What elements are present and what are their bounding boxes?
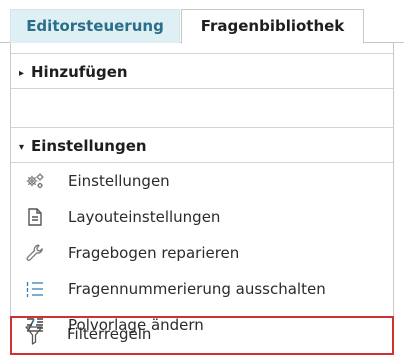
- menu-item-layouteinstellungen[interactable]: Layouteinstellungen: [11, 199, 393, 235]
- menu-item-label: Fragebogen reparieren: [68, 244, 240, 262]
- document-icon: [25, 207, 45, 227]
- gears-icon: [25, 171, 45, 191]
- tab-editorsteuerung[interactable]: Editorsteuerung: [10, 9, 180, 43]
- section-label-hinzufuegen: Hinzufügen: [31, 63, 128, 81]
- caret-right-icon: ▸: [19, 68, 25, 79]
- menu-item-einstellungen[interactable]: Einstellungen: [11, 163, 393, 199]
- menu-item-fragebogen-reparieren[interactable]: Fragebogen reparieren: [11, 235, 393, 271]
- menu-item-fragennummerierung-ausschalten[interactable]: Fragennummerierung ausschalten: [11, 271, 393, 307]
- section-gap: [11, 89, 393, 127]
- menu-item-label: Fragennummerierung ausschalten: [68, 280, 326, 298]
- menu-item-label: Filterregeln: [67, 325, 152, 343]
- filter-icon: [24, 324, 44, 345]
- editor-side-panel: Editorsteuerung Fragenbibliothek ▸ Hinzuf…: [0, 0, 404, 355]
- menu-item-label: Layouteinstellungen: [68, 208, 221, 226]
- section-label-einstellungen: Einstellungen: [31, 137, 147, 155]
- wrench-icon: [25, 243, 45, 263]
- caret-down-icon: ▾: [19, 142, 25, 153]
- menu-item-filterregeln[interactable]: Filterregeln: [10, 316, 394, 355]
- tab-fragenbibliothek[interactable]: Fragenbibliothek: [181, 9, 364, 44]
- menu-item-label: Einstellungen: [68, 172, 170, 190]
- section-header-einstellungen[interactable]: ▾ Einstellungen: [11, 127, 393, 163]
- tab-content: ▸ Hinzufügen ▾ Einstellungen Einstellung…: [10, 43, 394, 355]
- numbered-list-icon: [25, 279, 45, 299]
- tab-bar: Editorsteuerung Fragenbibliothek: [0, 0, 404, 44]
- section-header-hinzufuegen[interactable]: ▸ Hinzufügen: [11, 53, 393, 89]
